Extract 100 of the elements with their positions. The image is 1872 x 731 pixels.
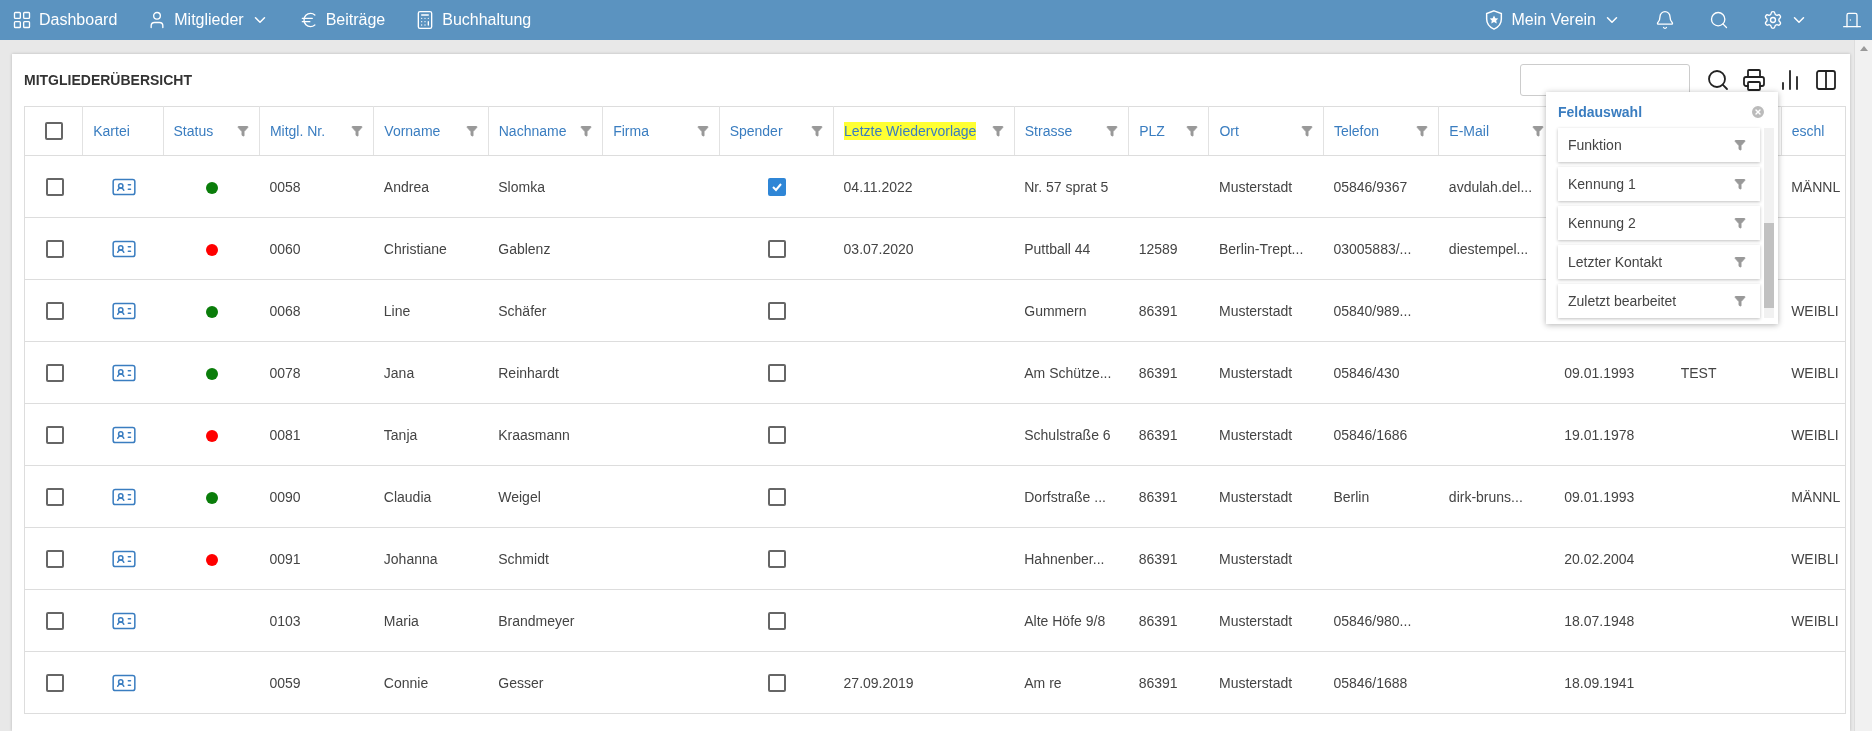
nav-item[interactable]: Mein Verein xyxy=(1478,5,1625,35)
row-checkbox[interactable] xyxy=(45,301,64,320)
page-scrollbar[interactable] xyxy=(1854,40,1872,731)
field-option[interactable]: Funktion xyxy=(1558,128,1760,162)
donor-checkbox[interactable] xyxy=(768,363,787,382)
field-option[interactable]: Zuletzt bearbeitet xyxy=(1558,284,1760,318)
filter-icon[interactable] xyxy=(351,125,364,137)
table-cell: dirk-bruns... xyxy=(1448,488,1523,505)
column-header[interactable]: Spender xyxy=(729,122,783,140)
filter-icon[interactable] xyxy=(1734,178,1746,190)
table-cell: Musterstadt xyxy=(1219,674,1293,691)
popup-title: Feldauswahl xyxy=(1558,104,1643,120)
select-all-checkbox[interactable] xyxy=(44,122,63,141)
scrollbar[interactable] xyxy=(1764,128,1774,318)
filter-icon[interactable] xyxy=(1186,125,1199,137)
column-header[interactable]: Telefon xyxy=(1333,122,1380,140)
row-checkbox[interactable] xyxy=(45,425,64,444)
table-cell: 18.07.1948 xyxy=(1564,612,1635,629)
table-cell: 0081 xyxy=(269,426,301,443)
row-checkbox[interactable] xyxy=(45,549,64,568)
row-checkbox[interactable] xyxy=(45,363,64,382)
table-cell: MÄNNL xyxy=(1791,488,1841,505)
nav-item[interactable]: Buchhaltung xyxy=(411,6,536,34)
table-cell: Puttball 44 xyxy=(1024,240,1091,257)
table-cell: Claudia xyxy=(383,488,432,505)
row-checkbox[interactable] xyxy=(45,611,64,630)
column-header[interactable]: Letzte Wiedervorlage xyxy=(844,122,977,140)
table-cell: 86391 xyxy=(1138,674,1178,691)
nav-item[interactable]: Beiträge xyxy=(294,6,390,34)
donor-checkbox[interactable] xyxy=(768,487,787,506)
table-cell: Schäfer xyxy=(498,302,547,319)
printer-icon[interactable] xyxy=(1742,68,1766,92)
table-cell: Alte Höfe 9/8 xyxy=(1024,612,1106,629)
table-cell: 05846/9367 xyxy=(1333,178,1408,195)
search-icon[interactable] xyxy=(1706,68,1730,92)
filter-icon[interactable] xyxy=(1734,139,1746,151)
filter-icon[interactable] xyxy=(1531,125,1544,137)
columns-icon[interactable] xyxy=(1814,68,1838,92)
table-cell: 0068 xyxy=(269,302,301,319)
column-header[interactable]: Kartei xyxy=(93,122,130,140)
filter-icon[interactable] xyxy=(1734,295,1746,307)
row-checkbox[interactable] xyxy=(45,673,64,692)
filter-icon[interactable] xyxy=(1734,256,1746,268)
nav-item[interactable]: Dashboard xyxy=(8,6,122,34)
column-header[interactable]: Strasse xyxy=(1024,122,1073,140)
filter-icon[interactable] xyxy=(1416,125,1429,137)
field-option[interactable]: Kennung 1 xyxy=(1558,167,1760,201)
table-cell: Slomka xyxy=(498,178,545,195)
column-header[interactable]: Vorname xyxy=(384,122,441,140)
column-header[interactable]: PLZ xyxy=(1139,122,1165,140)
donor-checkbox[interactable] xyxy=(768,301,787,320)
table-cell: Musterstadt xyxy=(1219,302,1293,319)
row-checkbox[interactable] xyxy=(45,177,64,196)
donor-checkbox[interactable] xyxy=(768,239,787,258)
table-cell: Brandmeyer xyxy=(498,612,575,629)
table-cell: 09.01.1993 xyxy=(1564,488,1635,505)
field-option[interactable]: Kennung 2 xyxy=(1558,206,1760,240)
row-checkbox[interactable] xyxy=(45,487,64,506)
filter-icon[interactable] xyxy=(580,125,593,137)
donor-checkbox[interactable] xyxy=(768,611,787,630)
table-cell: Maria xyxy=(383,612,419,629)
table-cell: WEIBLI xyxy=(1791,364,1839,381)
nav-item[interactable]: Mitglieder xyxy=(143,6,273,34)
table-cell: Musterstadt xyxy=(1219,612,1293,629)
column-header[interactable]: Mitgl. Nr. xyxy=(269,122,326,140)
table-cell: 09.01.1993 xyxy=(1564,364,1635,381)
table-cell: Musterstadt xyxy=(1219,178,1293,195)
table-cell: 0059 xyxy=(269,674,301,691)
filter-icon[interactable] xyxy=(991,125,1004,137)
column-header[interactable]: E-Mail xyxy=(1449,122,1490,140)
filter-icon[interactable] xyxy=(811,125,824,137)
filter-icon[interactable] xyxy=(1734,217,1746,229)
column-header[interactable]: Nachname xyxy=(498,122,567,140)
column-header[interactable]: Status xyxy=(173,122,214,140)
donor-checkbox[interactable] xyxy=(768,673,787,692)
table-cell: Andrea xyxy=(383,178,429,195)
column-header[interactable]: eschl xyxy=(1791,122,1825,140)
filter-icon[interactable] xyxy=(1106,125,1119,137)
donor-checkbox[interactable] xyxy=(768,425,787,444)
table-cell: diestempel... xyxy=(1448,240,1529,257)
filter-icon[interactable] xyxy=(696,125,709,137)
donor-checkbox[interactable] xyxy=(768,549,787,568)
field-option[interactable]: Letzter Kontakt xyxy=(1558,245,1760,279)
filter-icon[interactable] xyxy=(1300,125,1313,137)
filter-icon[interactable] xyxy=(465,125,478,137)
column-header[interactable]: Ort xyxy=(1219,122,1239,140)
table-cell: 03.07.2020 xyxy=(843,240,914,257)
table-cell: Am Schütze... xyxy=(1024,364,1112,381)
table-cell: Gesser xyxy=(498,674,544,691)
table-cell: avdulah.del... xyxy=(1448,178,1533,195)
table-cell: 19.01.1978 xyxy=(1564,426,1635,443)
column-header[interactable]: Firma xyxy=(613,122,649,140)
donor-checkbox[interactable] xyxy=(768,177,787,196)
table-cell: 27.09.2019 xyxy=(843,674,914,691)
scroll-up-arrow-icon[interactable] xyxy=(1859,46,1868,51)
grid-icon xyxy=(12,10,32,30)
filter-icon[interactable] xyxy=(236,125,249,137)
settings-icon xyxy=(1763,10,1783,30)
table-cell: WEIBLI xyxy=(1791,612,1839,629)
row-checkbox[interactable] xyxy=(45,239,64,258)
